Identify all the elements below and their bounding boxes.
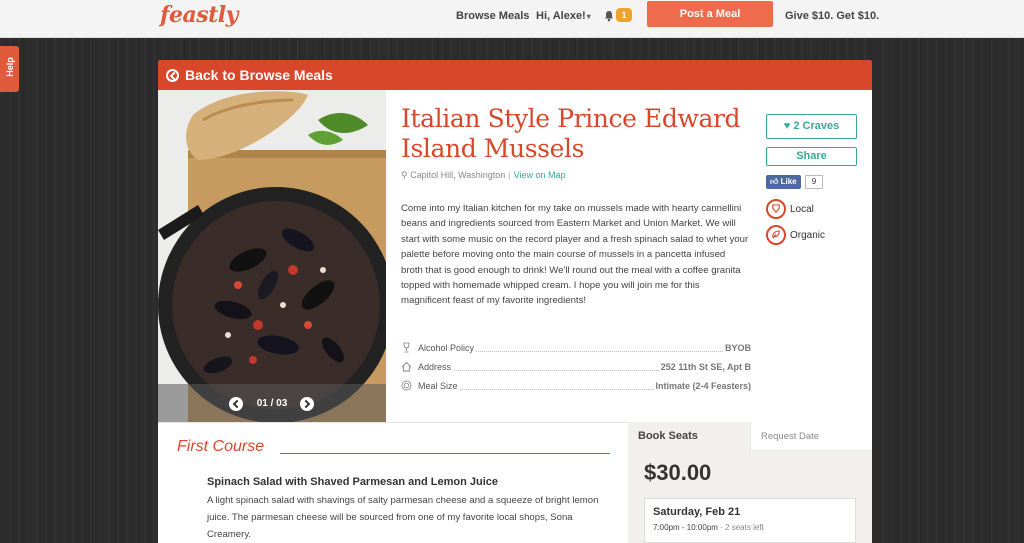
detail-label: Address xyxy=(418,362,454,372)
like-label: Like xyxy=(780,177,797,186)
map-pin-icon: ⚲ xyxy=(401,170,408,180)
share-button[interactable]: Share xyxy=(766,147,857,166)
house-icon xyxy=(401,361,412,372)
dish-description: A light spinach salad with shavings of s… xyxy=(207,495,599,540)
location-text: Capitol Hill, Washington xyxy=(410,170,506,180)
divider: | xyxy=(508,170,511,180)
detail-label: Alcohol Policy xyxy=(418,343,477,353)
detail-meal-size: Meal Size Intimate (2-4 Feasters) xyxy=(401,380,751,394)
thumbs-up-icon: 👍︎ xyxy=(770,177,779,186)
booking-tabs: Book Seats Request Date xyxy=(628,422,872,451)
tag-label: Organic xyxy=(790,230,826,241)
logo[interactable]: feastly xyxy=(160,2,238,28)
detail-address: Address 252 11th St SE, Apt B xyxy=(401,361,751,375)
dish-name: Spinach Salad with Shaved Parmesan and L… xyxy=(207,476,498,488)
glass-icon xyxy=(403,342,410,353)
detail-label: Meal Size xyxy=(418,381,460,391)
mussels-photo xyxy=(158,90,386,422)
meal-title: Italian Style Prince Edward Island Musse… xyxy=(401,104,741,163)
caret-down-icon: ▾ xyxy=(586,12,591,21)
local-icon xyxy=(766,199,786,219)
meal-photo: 01 / 03 xyxy=(158,90,386,422)
carousel-prev-icon[interactable] xyxy=(229,397,243,411)
tab-book-seats[interactable]: Book Seats xyxy=(628,422,750,451)
back-arrow-icon xyxy=(166,69,179,82)
post-meal-button[interactable]: Post a Meal xyxy=(647,1,773,27)
referral-link[interactable]: Give $10. Get $10. xyxy=(785,10,879,22)
detail-value: Intimate (2-4 Feasters) xyxy=(653,381,751,391)
meal-card: Back to Browse Meals 01 / 03 Italian Sty… xyxy=(158,60,872,543)
heart-icon: ♥ xyxy=(783,120,791,132)
booking-panel: Book Seats Request Date $30.00 Saturday,… xyxy=(628,422,872,543)
facebook-like-button[interactable]: 👍︎ Like xyxy=(766,175,801,189)
detail-value: BYOB xyxy=(722,343,751,353)
seats-left: - 2 seats left xyxy=(720,523,764,532)
bell-icon[interactable] xyxy=(603,10,615,22)
tab-request-date[interactable]: Request Date xyxy=(750,422,872,451)
help-label: Help xyxy=(5,57,15,77)
seat-price: $30.00 xyxy=(644,460,712,485)
location-line: ⚲ Capitol Hill, Washington | View on Map xyxy=(401,170,566,181)
course-heading: First Course xyxy=(177,438,265,455)
user-menu[interactable]: Hi, Alexe!▾ xyxy=(536,10,591,22)
crave-button[interactable]: ♥ 2 Craves xyxy=(766,114,857,139)
user-menu-label: Hi, Alexe! xyxy=(536,10,586,22)
date-label: Saturday, Feb 21 xyxy=(653,506,741,518)
top-nav: feastly Browse Meals Hi, Alexe!▾ 1 Post … xyxy=(0,0,1024,38)
meal-description: Come into my Italian kitchen for my take… xyxy=(401,203,749,307)
course-rule xyxy=(280,453,610,454)
time-range: 7:00pm - 10:00pm xyxy=(653,523,718,532)
carousel-counter: 01 / 03 xyxy=(256,398,288,409)
back-to-browse-link[interactable]: Back to Browse Meals xyxy=(158,60,872,90)
carousel-next-icon[interactable] xyxy=(300,397,314,411)
time-line: 7:00pm - 10:00pm - 2 seats left xyxy=(653,523,764,532)
plate-icon xyxy=(401,380,412,391)
view-on-map-link[interactable]: View on Map xyxy=(514,170,566,180)
help-tab[interactable]: Help xyxy=(0,46,19,92)
crave-label: 2 Craves xyxy=(793,120,840,132)
back-label: Back to Browse Meals xyxy=(185,67,333,83)
tag-label: Local xyxy=(790,204,814,215)
browse-meals-link[interactable]: Browse Meals xyxy=(456,10,529,22)
date-option[interactable]: Saturday, Feb 21 7:00pm - 10:00pm - 2 se… xyxy=(644,498,856,543)
notification-badge[interactable]: 1 xyxy=(616,8,632,22)
detail-alcohol-policy: Alcohol Policy BYOB xyxy=(401,342,751,356)
organic-icon xyxy=(766,225,786,245)
like-count: 9 xyxy=(805,175,823,189)
detail-value: 252 11th St SE, Apt B xyxy=(658,362,751,372)
